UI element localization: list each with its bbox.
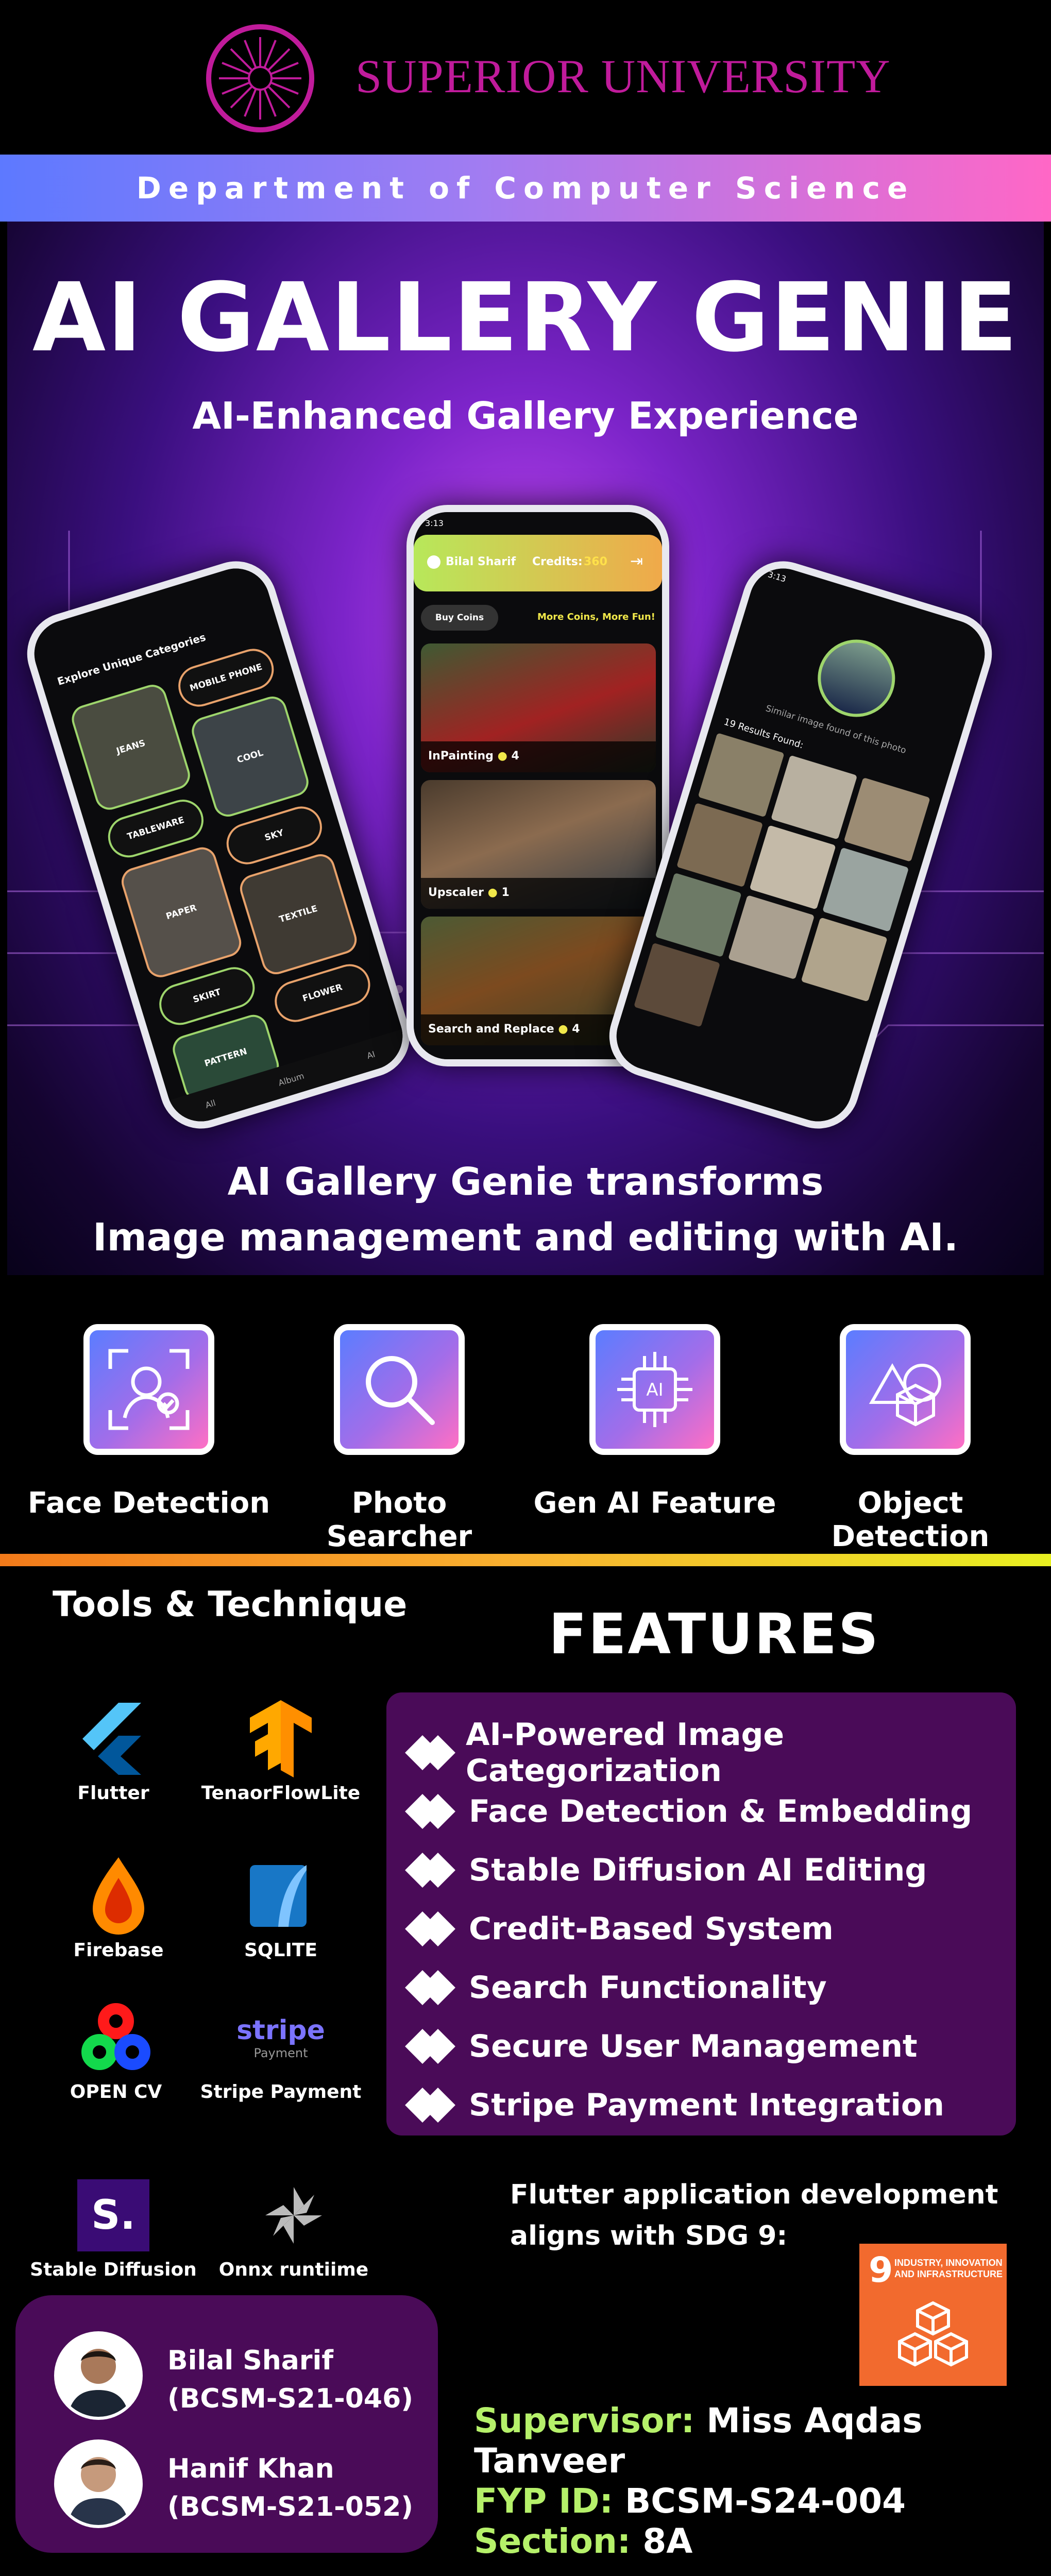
diamond-bullet-icon [405,1911,459,1946]
diamond-bullet-icon [405,1794,459,1829]
promo-text: More Coins, More Fun! [537,612,655,622]
header: SUPERIOR UNIVERSITY [0,0,1051,155]
inpainting-card[interactable]: InPainting ● 4 [421,643,656,772]
feature-label-photo-searcher: Photo Searcher [326,1486,472,1553]
university-logo-icon [206,24,314,132]
tensorflow-icon [242,1700,319,1777]
cubes-icon [898,2301,968,2367]
department-name: Department of Computer Science [136,171,915,206]
user-avatar-icon [427,555,440,569]
features-list: AI-Powered Image Categorization Face Det… [386,1692,1016,2136]
diamond-bullet-icon [405,1735,455,1770]
features-title: FEATURES [549,1602,880,1667]
result-image[interactable] [698,733,785,818]
face-scan-icon [83,1324,214,1455]
flutter-icon [75,1700,152,1777]
result-image[interactable] [728,895,815,980]
firebase-icon [80,1857,157,1935]
diamond-bullet-icon [405,1970,459,2005]
search-replace-label: Search and Replace [428,1023,554,1036]
feature-item: Search Functionality [405,1958,1016,2017]
tool-flutter: Flutter [28,1700,198,1804]
team-panel: Bilal Sharif (BCSM-S21-046) Hanif Khan (… [15,2295,438,2553]
result-image[interactable] [749,825,836,910]
inpainting-label: InPainting [428,750,494,762]
sdg9-badge: 9 INDUSTRY, INNOVATION AND INFRASTRUCTUR… [859,2244,1007,2386]
avatar [54,2331,143,2420]
result-image[interactable] [634,942,721,1027]
status-time: 3:13 [767,569,788,584]
tab-album[interactable]: Album [277,1071,306,1088]
category-cool[interactable]: COOL [188,693,312,820]
tab-ai[interactable]: AI [366,1049,377,1061]
page-subtitle: AI-Enhanced Gallery Experience [192,394,859,437]
category-paper[interactable]: PAPER [118,843,245,981]
buy-coins-button[interactable]: Buy Coins [421,605,498,631]
tool-tensorflow: TenaorFlowLite [196,1700,366,1804]
upscaler-card[interactable]: Upscaler ● 1 [421,780,656,909]
user-name: Bilal Sharif [446,555,516,568]
tool-onnx: Onnx runtiime [209,2177,379,2280]
user-banner: Bilal Sharif Credits: 360 ⇥ [414,535,662,591]
credits-label: Credits: [532,555,583,568]
tagline: AI Gallery Genie transforms Image manage… [7,1154,1044,1265]
feature-label-object-detection: Object Detection [831,1486,990,1553]
department-banner: Department of Computer Science [0,155,1051,222]
result-image[interactable] [801,917,888,1002]
stable-diffusion-icon: S. [75,2177,152,2254]
magnifier-icon [334,1324,465,1455]
feature-item: Face Detection & Embedding [405,1782,1016,1841]
stripe-icon: stripe Payment [236,2015,325,2060]
university-name: SUPERIOR UNIVERSITY [355,50,891,103]
hero-section: AI GALLERY GENIE AI-Enhanced Gallery Exp… [7,222,1044,1275]
opencv-icon [77,1999,155,2076]
feature-item: Stable Diffusion AI Editing [405,1841,1016,1900]
fyp-line: FYP ID: BCSM-S24-004 [474,2481,906,2521]
ai-chip-icon: AI [589,1324,720,1455]
supervisor-line: Supervisor: Miss Aqdas Tanveer [474,2401,923,2481]
tagline-line-1: AI Gallery Genie transforms [227,1160,824,1204]
diamond-bullet-icon [405,1853,459,1888]
sqlite-icon [242,1857,319,1935]
diamond-bullet-icon [405,2088,459,2123]
logout-icon[interactable]: ⇥ [630,552,643,570]
tab-all[interactable]: All [204,1098,217,1110]
feature-icons-row: AI Face Detection Photo Searcher Gen AI … [0,1275,1051,1564]
result-image[interactable] [822,847,909,932]
tool-sqlite: SQLITE [196,1857,366,1961]
sdg-label: INDUSTRY, INNOVATION AND INFRASTRUCTURE [894,2258,1003,2279]
query-face-avatar [808,630,905,727]
gradient-divider [0,1554,1051,1566]
sdg-number: 9 [869,2250,893,2291]
upscaler-label: Upscaler [428,886,484,899]
project-info: Supervisor: Miss Aqdas Tanveer FYP ID: B… [474,2401,1051,2562]
category-jeans[interactable]: JEANS [68,681,194,814]
section-line: Section: 8A [474,2521,693,2561]
category-textile[interactable]: TEXTILE [236,851,361,978]
result-image[interactable] [843,777,930,862]
feature-label-face-detection: Face Detection [27,1486,270,1520]
avatar [54,2439,143,2528]
result-image[interactable] [676,803,764,888]
shapes-icon [840,1324,971,1455]
feature-item: AI-Powered Image Categorization [405,1717,1016,1789]
tagline-line-2: Image management and editing with AI. [93,1215,958,1260]
feature-item: Stripe Payment Integration [405,2076,1016,2134]
feature-label-gen-ai: Gen AI Feature [533,1486,776,1520]
page-title: AI GALLERY GENIE [32,263,1019,373]
feature-item: Secure User Management [405,2017,1016,2076]
diamond-bullet-icon [405,2029,459,2064]
feature-item: Credit-Based System [405,1900,1016,1958]
tool-stable-diffusion: S. Stable Diffusion [28,2177,198,2280]
onnx-icon [255,2177,332,2254]
result-image[interactable] [655,872,742,957]
tool-stripe: stripe Payment Stripe Payment [196,1999,366,2103]
svg-text:AI: AI [646,1380,663,1400]
tool-firebase: Firebase [33,1857,204,1961]
tool-opencv: OPEN CV [31,1999,201,2103]
tools-title: Tools & Technique [53,1584,408,1625]
status-time: 3:13 [425,518,444,528]
credits-value: 360 [584,555,607,568]
result-image[interactable] [771,755,858,840]
